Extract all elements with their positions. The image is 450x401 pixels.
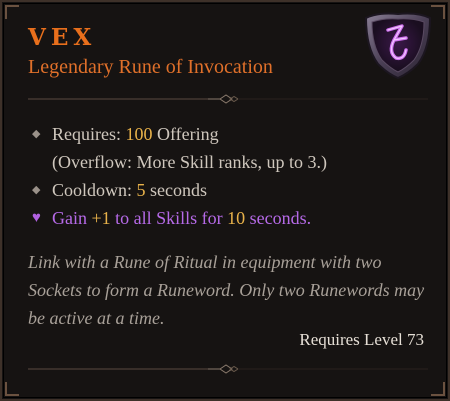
stat-unit: seconds (145, 180, 208, 200)
flavor-text: Link with a Rune of Ritual in equipment … (28, 252, 425, 328)
stat-value: 100 (125, 124, 153, 144)
effect-value: 10 (227, 208, 246, 228)
heart-rune-icon: ♥ (32, 210, 41, 226)
stat-label: Requires: (52, 124, 126, 144)
divider (28, 364, 428, 374)
stat-label: Cooldown: (52, 180, 137, 200)
item-tooltip: VEX Legendary Rune of Invocation ◆ Requi… (0, 0, 450, 401)
stat-unit: Offering (152, 124, 219, 144)
item-name: VEX (28, 24, 97, 51)
stat-effect: ♥ Gain +1 to all Skills for 10 seconds. (32, 204, 432, 232)
stat-requires: ◆ Requires: 100 Offering (32, 120, 432, 148)
diamond-bullet-icon: ◆ (32, 128, 41, 140)
item-type: Legendary Rune of Invocation (28, 56, 273, 78)
diamond-bullet-icon: ◆ (32, 184, 41, 196)
effect-text: Gain (52, 208, 92, 228)
stat-text: (Overflow: More Skill ranks, up to 3.) (52, 152, 327, 172)
required-level: Requires Level 73 (299, 330, 424, 349)
stat-value: 5 (136, 180, 146, 200)
divider (28, 94, 428, 104)
stat-overflow: (Overflow: More Skill ranks, up to 3.) (32, 148, 432, 176)
rune-shield-icon (364, 12, 432, 80)
stat-cooldown: ◆ Cooldown: 5 seconds (32, 176, 432, 204)
effect-text: to all Skills for (110, 208, 228, 228)
effect-value: +1 (91, 208, 111, 228)
frame-corner (431, 382, 445, 396)
frame-corner (5, 382, 19, 396)
frame-corner (5, 5, 19, 19)
effect-text: seconds. (245, 208, 312, 228)
stats-block: ◆ Requires: 100 Offering (Overflow: More… (32, 120, 432, 232)
